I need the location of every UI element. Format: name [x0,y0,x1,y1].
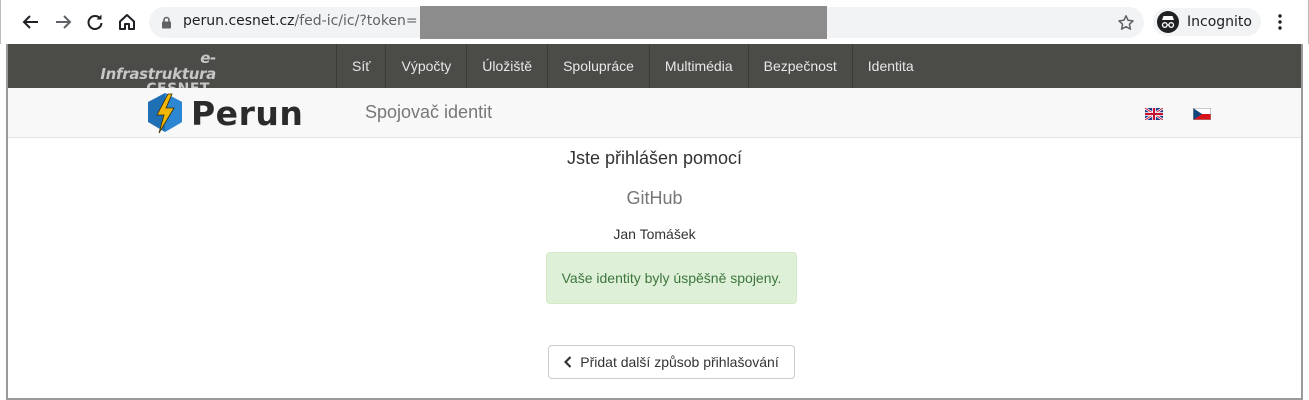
menu-item-sit[interactable]: Síť [336,44,385,88]
more-vert-icon [1278,14,1282,30]
browser-toolbar: perun.cesnet.cz/fed-ic/ic/?token= Incogn… [0,0,1309,44]
identity-provider: GitHub [626,188,683,208]
logo-text: Perun [191,93,304,133]
chevron-left-icon [564,356,572,368]
redacted-token [420,6,827,39]
user-name: Jan Tomášek [613,226,696,242]
reload-button[interactable] [81,8,109,36]
back-button[interactable] [17,8,45,36]
home-icon [119,14,135,30]
perun-logo[interactable]: Perun [145,91,303,135]
add-login-method-label: Přidat další způsob přihlašování [580,354,779,370]
success-alert: Vaše identity byly úspěšně spojeny. [546,252,797,304]
incognito-label: Incognito [1187,14,1252,30]
forward-button[interactable] [49,8,77,36]
incognito-icon [1157,11,1179,33]
page-viewport: e-Infrastruktura CESNET Síť Výpočty Úlož… [6,44,1303,400]
main-menu: Síť Výpočty Úložiště Spolupráce Multiméd… [336,44,929,88]
forward-arrow-icon [56,15,72,29]
reload-icon [87,14,103,30]
add-login-method-button[interactable]: Přidat další způsob přihlašování [548,345,795,379]
login-heading: Jste přihlášen pomocí [566,148,743,168]
top-navigation: e-Infrastruktura CESNET Síť Výpočty Úlož… [8,44,1301,96]
star-icon[interactable] [1117,14,1135,32]
menu-item-vypocty[interactable]: Výpočty [385,44,466,88]
url-text: perun.cesnet.cz/fed-ic/ic/?token= [183,13,418,29]
lock-icon [162,16,171,29]
back-arrow-icon [22,15,38,29]
menu-item-uloziste[interactable]: Úložiště [466,44,547,88]
app-header: Perun Spojovač identit [8,88,1301,138]
brand-line1: e-Infrastruktura [100,49,216,83]
incognito-badge[interactable]: Incognito [1153,8,1261,36]
menu-item-bezpecnost[interactable]: Bezpečnost [747,44,852,88]
success-message: Vaše identity byly úspěšně spojeny. [561,270,782,286]
flag-uk-icon[interactable] [1145,108,1163,120]
menu-item-identita[interactable]: Identita [851,44,929,88]
menu-item-multimedia[interactable]: Multimédia [648,44,748,88]
perun-logo-icon [148,93,182,134]
address-bar[interactable]: perun.cesnet.cz/fed-ic/ic/?token= [149,6,1144,39]
browser-menu-button[interactable] [1270,8,1290,36]
page-subtitle: Spojovač identit [365,102,493,122]
home-button[interactable] [113,8,141,36]
flag-cz-icon[interactable] [1193,108,1211,120]
menu-item-spoluprace[interactable]: Spolupráce [547,44,649,88]
